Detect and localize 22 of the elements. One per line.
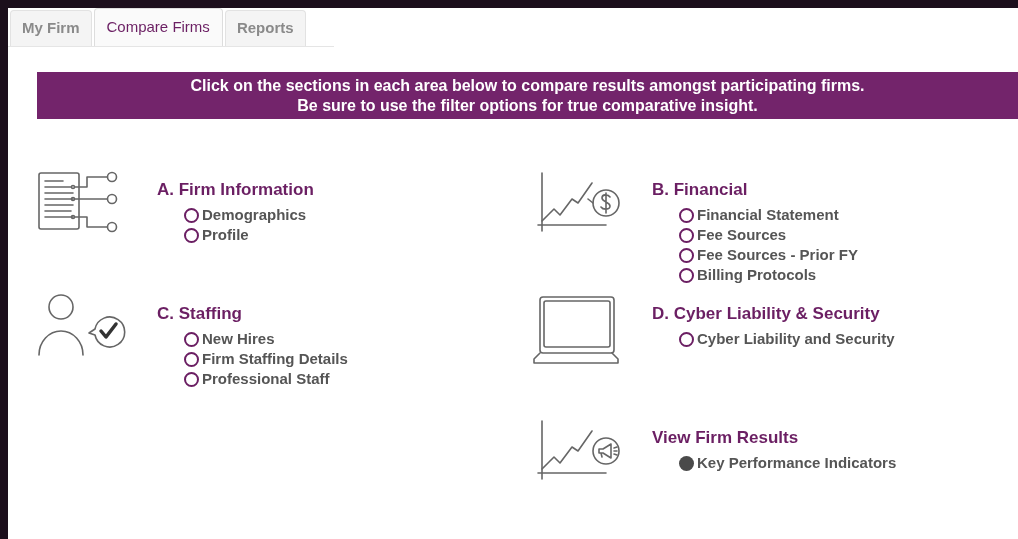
section-title: D. Cyber Liability & Security (652, 303, 881, 325)
banner-text: Click on the sections in each area below to compare results amongst participating firms. (190, 75, 865, 96)
radio-button[interactable] (184, 371, 199, 387)
laptop-icon (532, 293, 622, 365)
section-title: C. Staffing (157, 303, 243, 325)
radio-button[interactable] (184, 227, 199, 243)
radio-button[interactable] (679, 227, 694, 243)
banner-text: Be sure to use the filter options for true comparative insight. (297, 95, 758, 116)
section-title: A. Firm Information (157, 179, 314, 201)
radio-button[interactable] (679, 455, 694, 471)
section-title: View Firm Results (652, 427, 800, 449)
radio-button[interactable] (679, 331, 694, 347)
tab[interactable]: Compare Firms (93, 8, 223, 46)
radio-button[interactable] (184, 351, 199, 367)
radio-button[interactable] (679, 267, 694, 283)
section-link[interactable]: Cyber Liability and Security (697, 327, 895, 351)
radio-button[interactable] (184, 331, 199, 347)
radio-button[interactable] (184, 207, 199, 223)
section-link[interactable]: Key Performance Indicators (697, 451, 897, 475)
section-title: B. Financial (652, 179, 749, 201)
radio-button[interactable] (679, 207, 694, 223)
radio-button[interactable] (679, 247, 694, 263)
